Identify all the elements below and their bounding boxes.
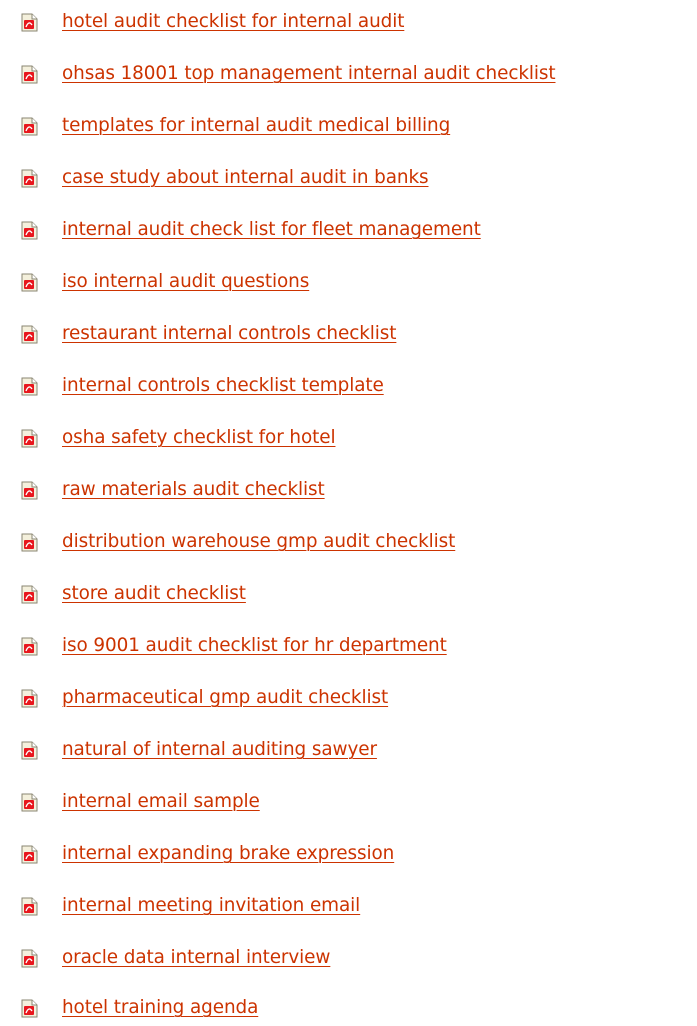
pdf-file-icon xyxy=(21,897,38,916)
pdf-file-icon xyxy=(21,481,38,500)
pdf-link[interactable]: internal controls checklist template xyxy=(62,374,384,398)
pdf-link[interactable]: internal meeting invitation email xyxy=(62,894,360,918)
list-item: internal expanding brake expression xyxy=(0,842,697,872)
pdf-link[interactable]: internal audit check list for fleet mana… xyxy=(62,218,481,242)
pdf-link[interactable]: natural of internal auditing sawyer xyxy=(62,738,377,762)
pdf-file-icon xyxy=(21,221,38,240)
pdf-link[interactable]: osha safety checklist for hotel xyxy=(62,426,336,450)
list-item: internal controls checklist template xyxy=(0,374,697,404)
pdf-link[interactable]: restaurant internal controls checklist xyxy=(62,322,396,346)
list-item: hotel audit checklist for internal audit xyxy=(0,10,697,40)
pdf-file-icon xyxy=(21,169,38,188)
list-item: internal meeting invitation email xyxy=(0,894,697,924)
pdf-file-icon xyxy=(21,429,38,448)
pdf-link[interactable]: distribution warehouse gmp audit checkli… xyxy=(62,530,455,554)
pdf-file-icon xyxy=(21,273,38,292)
pdf-link[interactable]: internal expanding brake expression xyxy=(62,842,394,866)
pdf-link[interactable]: hotel training agenda xyxy=(62,996,258,1020)
list-item: distribution warehouse gmp audit checkli… xyxy=(0,530,697,560)
pdf-file-icon xyxy=(21,845,38,864)
pdf-link[interactable]: templates for internal audit medical bil… xyxy=(62,114,450,138)
list-item: restaurant internal controls checklist xyxy=(0,322,697,352)
pdf-file-icon xyxy=(21,65,38,84)
list-item: hotel training agenda xyxy=(0,996,697,1026)
pdf-file-icon xyxy=(21,533,38,552)
pdf-file-icon xyxy=(21,949,38,968)
pdf-link[interactable]: iso internal audit questions xyxy=(62,270,309,294)
list-item: internal audit check list for fleet mana… xyxy=(0,218,697,248)
pdf-link[interactable]: raw materials audit checklist xyxy=(62,478,325,502)
list-item: iso 9001 audit checklist for hr departme… xyxy=(0,634,697,664)
list-item: pharmaceutical gmp audit checklist xyxy=(0,686,697,716)
pdf-link[interactable]: oracle data internal interview xyxy=(62,946,330,970)
list-item: templates for internal audit medical bil… xyxy=(0,114,697,144)
pdf-file-icon xyxy=(21,999,38,1018)
pdf-file-icon xyxy=(21,585,38,604)
pdf-link[interactable]: case study about internal audit in banks xyxy=(62,166,429,190)
pdf-link[interactable]: store audit checklist xyxy=(62,582,246,606)
list-item: store audit checklist xyxy=(0,582,697,612)
pdf-link[interactable]: internal email sample xyxy=(62,790,260,814)
list-item: case study about internal audit in banks xyxy=(0,166,697,196)
pdf-link[interactable]: pharmaceutical gmp audit checklist xyxy=(62,686,388,710)
list-item: internal email sample xyxy=(0,790,697,820)
list-item: osha safety checklist for hotel xyxy=(0,426,697,456)
pdf-file-icon xyxy=(21,793,38,812)
list-item: raw materials audit checklist xyxy=(0,478,697,508)
pdf-link[interactable]: iso 9001 audit checklist for hr departme… xyxy=(62,634,447,658)
list-item: iso internal audit questions xyxy=(0,270,697,300)
pdf-link[interactable]: hotel audit checklist for internal audit xyxy=(62,10,404,34)
pdf-file-icon xyxy=(21,13,38,32)
list-item: oracle data internal interview xyxy=(0,946,697,976)
pdf-file-icon xyxy=(21,741,38,760)
list-item: natural of internal auditing sawyer xyxy=(0,738,697,768)
pdf-link[interactable]: ohsas 18001 top management internal audi… xyxy=(62,62,556,86)
list-item: ohsas 18001 top management internal audi… xyxy=(0,62,697,92)
pdf-file-icon xyxy=(21,377,38,396)
pdf-file-icon xyxy=(21,637,38,656)
pdf-file-icon xyxy=(21,117,38,136)
pdf-file-icon xyxy=(21,689,38,708)
pdf-file-icon xyxy=(21,325,38,344)
